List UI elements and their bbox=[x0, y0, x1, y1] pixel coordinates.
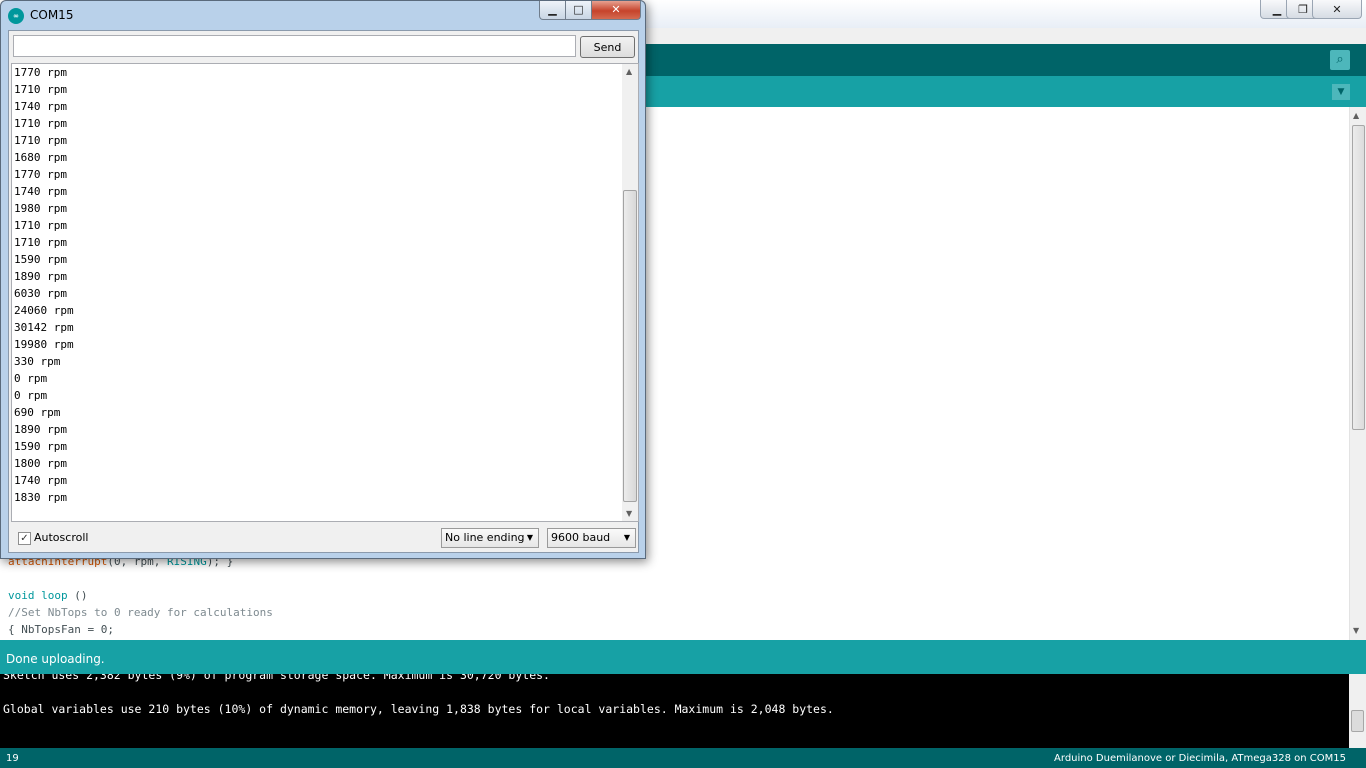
maximize-button[interactable]: □ bbox=[565, 1, 592, 20]
editor-scroll-thumb[interactable] bbox=[1352, 125, 1365, 430]
scroll-up-arrow-icon[interactable]: ▲ bbox=[626, 67, 632, 76]
serial-output-line: 1890 rpm bbox=[14, 270, 67, 283]
minimize-icon: ▁ bbox=[548, 3, 557, 16]
scroll-up-arrow-icon[interactable]: ▲ bbox=[1353, 111, 1359, 120]
send-input[interactable] bbox=[13, 35, 576, 57]
serial-output-line: 0 rpm bbox=[14, 372, 48, 385]
serial-output-line: 1770 rpm bbox=[14, 168, 67, 181]
send-button[interactable]: Send bbox=[580, 36, 635, 58]
code-args: () bbox=[67, 589, 88, 602]
serial-output-line: 1710 rpm bbox=[14, 134, 67, 147]
close-icon: ✕ bbox=[611, 3, 621, 16]
output-scroll-thumb[interactable] bbox=[623, 190, 637, 502]
serial-monitor-button[interactable]: ⌕ bbox=[1330, 50, 1350, 70]
serial-monitor-window: ∞ COM15 ▁ □ ✕ Send 1770 rpm 1710 rpm 1740 … bbox=[0, 0, 646, 559]
output-scrollbar[interactable]: ▲ ▼ bbox=[622, 64, 638, 521]
serial-monitor-body: Send 1770 rpm 1710 rpm 1740 rpm 1710 rpm 171… bbox=[8, 30, 639, 553]
close-icon: ✕ bbox=[1332, 2, 1342, 16]
checkmark-icon: ✓ bbox=[20, 533, 29, 544]
arduino-logo-icon: ∞ bbox=[8, 8, 24, 24]
serial-output-line: 0 rpm bbox=[14, 389, 48, 402]
board-info: Arduino Duemilanove or Diecimila, ATmega… bbox=[1054, 753, 1346, 764]
serial-output-line: 1740 rpm bbox=[14, 185, 67, 198]
editor-scrollbar[interactable]: ▲ ▼ bbox=[1349, 107, 1366, 640]
serial-output-line: 30142 rpm bbox=[14, 321, 74, 334]
window-title: COM15 bbox=[30, 8, 74, 22]
ide-close-button[interactable]: ✕ bbox=[1312, 0, 1362, 19]
autoscroll-label: Autoscroll bbox=[34, 531, 89, 544]
line-number: 19 bbox=[6, 753, 19, 764]
chevron-down-icon: ▼ bbox=[1337, 87, 1345, 97]
code-statement: { NbTopsFan = 0; bbox=[8, 623, 114, 636]
console-line: Sketch uses 2,382 bytes (9%) of program … bbox=[3, 674, 550, 682]
serial-output-line: 1830 rpm bbox=[14, 491, 67, 504]
baud-rate-select[interactable]: 9600 baud ▼ bbox=[547, 528, 636, 548]
logo-glyph: ∞ bbox=[13, 12, 19, 20]
code-text: attachInterrupt(0, rpm, RISING); } void … bbox=[8, 553, 273, 638]
serial-output-line: 1710 rpm bbox=[14, 83, 67, 96]
serial-output-line: 1800 rpm bbox=[14, 457, 67, 470]
status-bar: Done uploading. bbox=[0, 640, 1366, 674]
scroll-down-arrow-icon[interactable]: ▼ bbox=[1353, 626, 1359, 635]
serial-output-line: 1980 rpm bbox=[14, 202, 67, 215]
serial-output-line: 1590 rpm bbox=[14, 253, 67, 266]
line-ending-select[interactable]: No line ending ▼ bbox=[441, 528, 539, 548]
baud-rate-value: 9600 baud bbox=[551, 531, 611, 544]
serial-output-line: 6030 rpm bbox=[14, 287, 67, 300]
serial-output-line: 1710 rpm bbox=[14, 219, 67, 232]
serial-output-line: 1770 rpm bbox=[14, 66, 67, 79]
console-line: Global variables use 210 bytes (10%) of … bbox=[3, 702, 834, 716]
autoscroll-checkbox[interactable]: ✓ bbox=[18, 532, 31, 545]
chevron-down-icon: ▼ bbox=[623, 533, 630, 542]
window-controls: ▁ □ ✕ bbox=[539, 1, 642, 21]
minimize-icon: ▁ bbox=[1272, 2, 1282, 16]
code-comment: //Set NbTops to 0 ready for calculations bbox=[8, 606, 273, 619]
console-scrollbar[interactable] bbox=[1349, 674, 1366, 748]
status-message: Done uploading. bbox=[6, 652, 105, 666]
serial-output-line: 1740 rpm bbox=[14, 100, 67, 113]
serial-output-lines: 1770 rpm 1710 rpm 1740 rpm 1710 rpm 1710 rpm… bbox=[14, 64, 74, 506]
serial-output-line: 1590 rpm bbox=[14, 440, 67, 453]
restore-icon: ❐ bbox=[1298, 2, 1308, 16]
serial-output-line: 330 rpm bbox=[14, 355, 61, 368]
serial-output-line: 1710 rpm bbox=[14, 117, 67, 130]
code-keyword: void bbox=[8, 589, 35, 602]
console-output[interactable]: Sketch uses 2,382 bytes (9%) of program … bbox=[0, 674, 1349, 748]
serial-output[interactable]: 1770 rpm 1710 rpm 1740 rpm 1710 rpm 1710 rpm… bbox=[11, 63, 639, 522]
line-ending-value: No line ending bbox=[445, 531, 525, 544]
serial-output-line: 1710 rpm bbox=[14, 236, 67, 249]
magnifier-icon: ⌕ bbox=[1336, 52, 1344, 67]
serial-output-line: 1890 rpm bbox=[14, 423, 67, 436]
scroll-down-arrow-icon[interactable]: ▼ bbox=[626, 509, 632, 518]
tab-menu-button[interactable]: ▼ bbox=[1332, 84, 1350, 100]
code-function: loop bbox=[41, 589, 68, 602]
console-scroll-thumb[interactable] bbox=[1351, 710, 1364, 732]
ide-footer: 19 Arduino Duemilanove or Diecimila, ATm… bbox=[0, 748, 1366, 768]
minimize-button[interactable]: ▁ bbox=[539, 1, 566, 20]
serial-output-line: 690 rpm bbox=[14, 406, 61, 419]
chevron-down-icon: ▼ bbox=[526, 533, 533, 542]
serial-output-line: 1740 rpm bbox=[14, 474, 67, 487]
close-button[interactable]: ✕ bbox=[591, 1, 641, 20]
serial-output-line: 1680 rpm bbox=[14, 151, 67, 164]
serial-output-line: 19980 rpm bbox=[14, 338, 74, 351]
maximize-icon: □ bbox=[573, 3, 584, 16]
serial-output-line: 24060 rpm bbox=[14, 304, 74, 317]
